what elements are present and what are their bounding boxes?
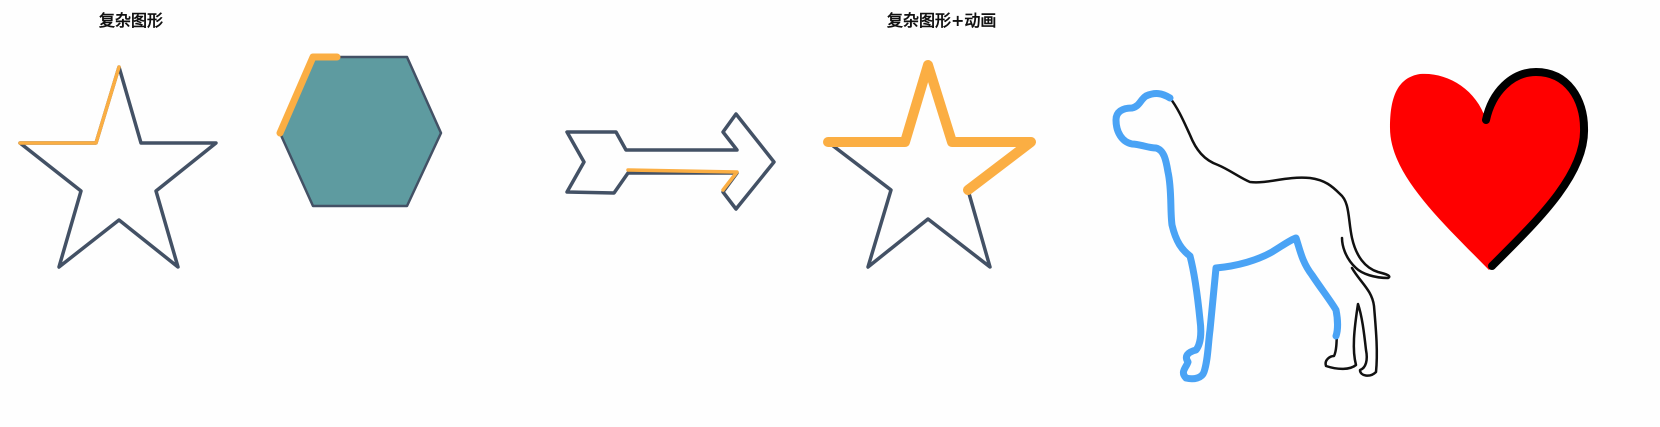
hexagon-icon	[276, 53, 443, 208]
dog-icon	[1112, 90, 1391, 383]
shapes-canvas	[18, 53, 1589, 383]
heart-icon	[1390, 68, 1589, 270]
star-outline-icon	[18, 65, 218, 269]
arrow-right-icon	[565, 112, 776, 211]
star-animated-icon	[823, 60, 1036, 269]
